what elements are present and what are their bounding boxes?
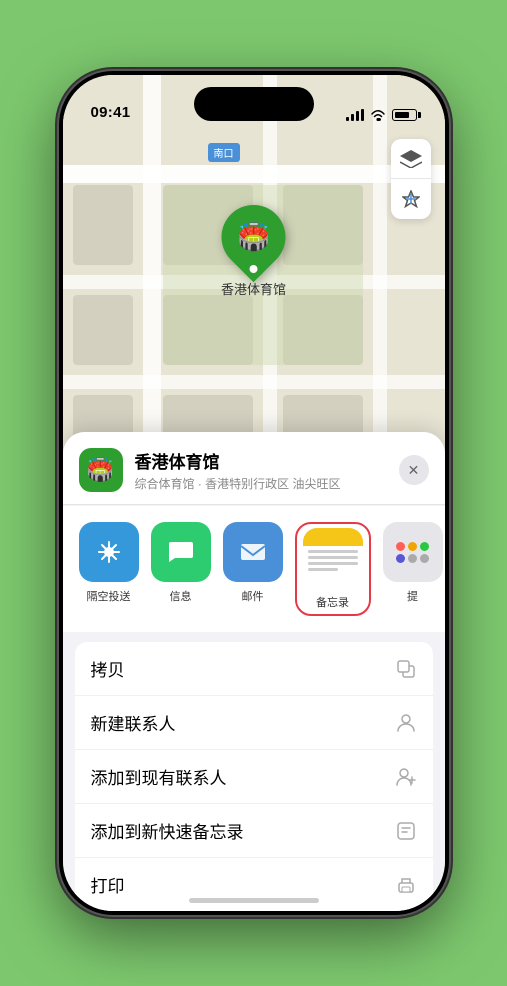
share-item-more[interactable]: 提 [383, 522, 443, 616]
messages-label: 信息 [170, 588, 192, 604]
map-layer-button[interactable] [391, 139, 431, 179]
sheet-header: 🏟️ 香港体育馆 综合体育馆 · 香港特别行政区 油尖旺区 ✕ [63, 432, 445, 505]
signal-icon [346, 109, 364, 121]
map-controls[interactable] [391, 139, 431, 219]
action-print[interactable]: 打印 [75, 858, 433, 911]
action-print-label: 打印 [91, 872, 125, 897]
phone-frame: 09:41 [59, 71, 449, 915]
action-add-notes-label: 添加到新快速备忘录 [91, 818, 244, 843]
status-icons [346, 109, 417, 121]
share-item-mail[interactable]: 邮件 [223, 522, 283, 616]
share-item-messages[interactable]: 信息 [151, 522, 211, 616]
messages-icon [151, 522, 211, 582]
action-new-contact[interactable]: 新建联系人 [75, 696, 433, 750]
action-copy[interactable]: 拷贝 [75, 642, 433, 696]
airdrop-label: 隔空投送 [87, 588, 131, 604]
phone-screen: 09:41 [63, 75, 445, 911]
note-icon [395, 820, 417, 842]
pin-icon: 🏟️ [237, 222, 269, 253]
action-copy-label: 拷贝 [91, 656, 125, 681]
pin-dot [249, 265, 257, 273]
person-add-icon [395, 766, 417, 788]
mail-label: 邮件 [242, 588, 264, 604]
action-add-notes[interactable]: 添加到新快速备忘录 [75, 804, 433, 858]
more-icon [383, 522, 443, 582]
action-add-existing[interactable]: 添加到现有联系人 [75, 750, 433, 804]
action-add-existing-label: 添加到现有联系人 [91, 764, 227, 789]
dynamic-island [194, 87, 314, 121]
venue-info: 香港体育馆 综合体育馆 · 香港特别行政区 油尖旺区 [135, 448, 399, 492]
venue-subtitle: 综合体育馆 · 香港特别行政区 油尖旺区 [135, 475, 399, 492]
status-time: 09:41 [91, 104, 131, 121]
share-item-airdrop[interactable]: 隔空投送 [79, 522, 139, 616]
venue-name: 香港体育馆 [135, 448, 399, 473]
action-new-contact-label: 新建联系人 [91, 710, 176, 735]
location-button[interactable] [391, 179, 431, 219]
action-list: 拷贝 新建联系人 添加到现有联系人 [75, 642, 433, 911]
airdrop-icon [79, 522, 139, 582]
person-icon [395, 712, 417, 734]
home-indicator [189, 898, 319, 903]
venue-icon: 🏟️ [79, 448, 123, 492]
share-item-notes[interactable]: 备忘录 [295, 522, 371, 616]
more-label: 提 [407, 588, 418, 604]
notes-label: 备忘录 [316, 594, 349, 610]
notes-icon [303, 528, 363, 588]
print-icon [395, 874, 417, 896]
road-label: 南口 [208, 143, 240, 162]
location-pin: 🏟️ 香港体育馆 [221, 205, 286, 298]
mail-icon [223, 522, 283, 582]
battery-icon [392, 109, 417, 121]
share-row: 隔空投送 信息 [63, 506, 445, 632]
bottom-sheet: 🏟️ 香港体育馆 综合体育馆 · 香港特别行政区 油尖旺区 ✕ [63, 432, 445, 911]
copy-icon [395, 658, 417, 680]
close-button[interactable]: ✕ [399, 455, 429, 485]
wifi-icon [370, 109, 386, 121]
